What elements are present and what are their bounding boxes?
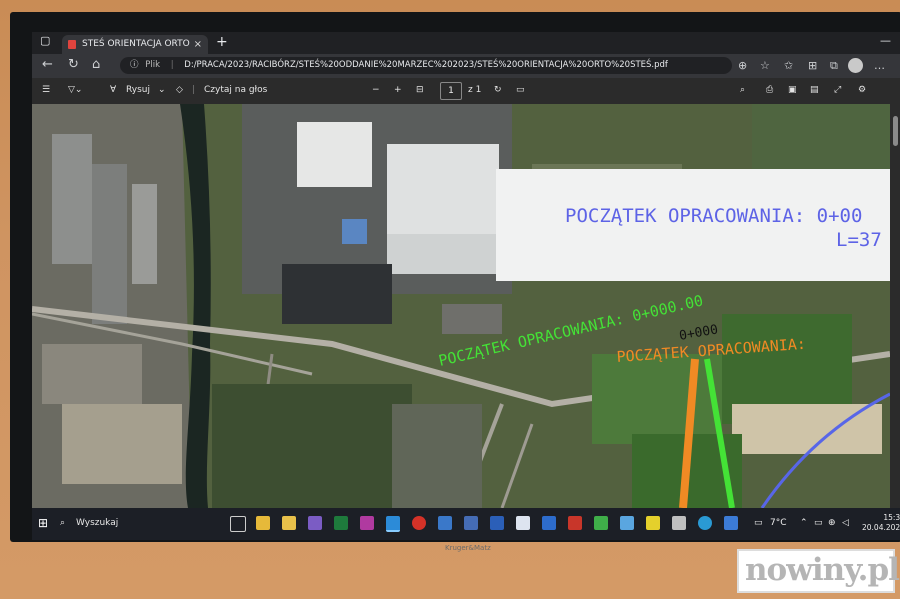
- orthophoto-map: POCZĄTEK OPRACOWANIA: 0+00 L=37 POCZĄTEK…: [32, 104, 890, 508]
- close-tab-icon[interactable]: ×: [194, 35, 202, 54]
- temperature-text[interactable]: 7°C: [770, 518, 787, 528]
- save-icon[interactable]: ▣: [788, 85, 797, 95]
- eraser-icon[interactable]: ◇: [176, 85, 183, 95]
- fullscreen-icon[interactable]: ⤢: [834, 85, 841, 95]
- new-tab-button[interactable]: +: [216, 34, 228, 50]
- onenote-icon[interactable]: [360, 516, 374, 530]
- tab-title: STEŚ ORIENTACJA ORTO STEŚ.pdf: [82, 39, 192, 49]
- info-icon: ⓘ: [130, 60, 139, 70]
- browser-tab-bar: ▢ STEŚ ORIENTACJA ORTO STEŚ.pdf × + —: [32, 32, 900, 54]
- collections-icon[interactable]: ⊞: [808, 59, 817, 72]
- screen: ▢ STEŚ ORIENTACJA ORTO STEŚ.pdf × + — ← …: [32, 32, 900, 540]
- monitor-brand: Kruger&Matz: [445, 544, 491, 552]
- rotate-icon[interactable]: ↻: [494, 85, 502, 95]
- clock-date: 20.04.2023: [862, 523, 900, 532]
- volume-icon[interactable]: ◁: [842, 518, 849, 528]
- tab-actions-icon[interactable]: ▢: [40, 34, 50, 47]
- network-icon[interactable]: ▭: [814, 518, 823, 528]
- search-placeholder: Wyszukaj: [76, 518, 119, 528]
- minimize-icon[interactable]: —: [880, 34, 891, 47]
- file-explorer-icon[interactable]: [282, 516, 296, 530]
- page-total: z 1: [468, 85, 482, 95]
- contents-icon[interactable]: ☰: [42, 85, 50, 95]
- fit-page-icon[interactable]: ⊟: [416, 85, 424, 95]
- task-view-icon[interactable]: [230, 516, 246, 532]
- start-icon[interactable]: ⊞: [38, 516, 48, 530]
- qgis-icon[interactable]: [594, 516, 608, 530]
- app-icon-11[interactable]: [724, 516, 738, 530]
- clock[interactable]: 15:31 20.04.2023: [862, 513, 900, 533]
- app-icon-3[interactable]: [464, 516, 478, 530]
- url-separator: |: [170, 60, 174, 70]
- app-icon-6[interactable]: [568, 516, 582, 530]
- app-icon-1[interactable]: [308, 516, 322, 530]
- page-number-input[interactable]: 1: [440, 82, 462, 100]
- app-icon-7[interactable]: [620, 516, 634, 530]
- word-icon[interactable]: [490, 516, 504, 530]
- settings-icon[interactable]: ⚙: [858, 85, 866, 95]
- box-label-line2: L=37: [836, 229, 882, 251]
- zoom-icon[interactable]: ⊕: [738, 59, 747, 72]
- app-icon-4[interactable]: [516, 516, 530, 530]
- pdf-map-view[interactable]: POCZĄTEK OPRACOWANIA: 0+00 L=37 POCZĄTEK…: [32, 104, 890, 508]
- watermark-text: nowiny.pl: [745, 552, 900, 588]
- weather-icon[interactable]: ▭: [754, 518, 763, 528]
- clock-time: 15:31: [883, 513, 900, 522]
- monitor-frame: ▢ STEŚ ORIENTACJA ORTO STEŚ.pdf × + — ← …: [10, 12, 900, 552]
- app-icon-2[interactable]: [438, 516, 452, 530]
- draw-label[interactable]: Rysuj: [126, 85, 150, 95]
- highlight-icon[interactable]: ▽⌄: [68, 85, 82, 95]
- back-icon[interactable]: ←: [42, 57, 53, 72]
- app-icon-9[interactable]: [672, 516, 686, 530]
- tray-chevron-icon[interactable]: ⌃: [800, 518, 808, 528]
- home-icon[interactable]: ⌂: [92, 57, 100, 72]
- box-label-line1: POCZĄTEK OPRACOWANIA: 0+00: [565, 205, 862, 227]
- watermark-logo: nowiny.pl: [737, 549, 900, 593]
- globe-icon[interactable]: ⊕: [828, 518, 836, 528]
- taskbar-search[interactable]: ⌕ Wyszukaj: [50, 514, 200, 534]
- zoom-out-button[interactable]: −: [372, 85, 380, 95]
- toolbar-divider: |: [192, 85, 196, 95]
- search-icon[interactable]: ⌕: [740, 85, 745, 95]
- pdf-toolbar: ☰ ▽⌄ ∀ Rysuj ⌄ ◇ | Czytaj na głos − + ⊟ …: [32, 78, 900, 104]
- print-icon[interactable]: ⎙: [766, 85, 773, 95]
- app-icon-5[interactable]: [542, 516, 556, 530]
- app-icon-8[interactable]: [646, 516, 660, 530]
- address-bar-row: ← ↻ ⌂ ⓘ Plik | D:/PRACA/2023/RACIBÓRZ/ST…: [32, 54, 900, 78]
- url-scheme-label: Plik: [145, 60, 160, 70]
- url-text: D:/PRACA/2023/RACIBÓRZ/STEŚ%20ODDANIE%20…: [184, 60, 668, 70]
- scrollbar-thumb[interactable]: [893, 116, 898, 146]
- vertical-scrollbar[interactable]: [890, 104, 900, 508]
- profile-avatar[interactable]: [848, 58, 863, 73]
- read-aloud-button[interactable]: Czytaj na głos: [204, 85, 267, 95]
- pdf-icon: [68, 40, 76, 49]
- page-view-icon[interactable]: ▭: [516, 85, 525, 95]
- favorite-icon[interactable]: ☆: [760, 59, 770, 72]
- tab-pdf[interactable]: STEŚ ORIENTACJA ORTO STEŚ.pdf ×: [62, 35, 208, 54]
- save-as-icon[interactable]: ▤: [810, 85, 819, 95]
- extensions-icon[interactable]: ⧉: [830, 59, 838, 73]
- zoom-in-button[interactable]: +: [394, 85, 402, 95]
- url-field[interactable]: ⓘ Plik | D:/PRACA/2023/RACIBÓRZ/STEŚ%20O…: [120, 57, 732, 74]
- more-menu-icon[interactable]: …: [874, 59, 885, 72]
- opera-icon[interactable]: [412, 516, 426, 530]
- draw-icon[interactable]: ∀: [110, 85, 116, 95]
- windows-taskbar: ⊞ ⌕ Wyszukaj ▭ 7°C ⌃ ▭ ⊕ ◁ 15:3 20.04.20…: [32, 508, 900, 540]
- favorites-list-icon[interactable]: ✩: [784, 59, 793, 72]
- edge-icon[interactable]: [386, 516, 400, 532]
- search-taskbar-icon: ⌕: [60, 518, 66, 528]
- calendar-app-icon[interactable]: [256, 516, 270, 530]
- excel-icon[interactable]: [334, 516, 348, 530]
- app-icon-10[interactable]: [698, 516, 712, 530]
- refresh-icon[interactable]: ↻: [68, 57, 79, 72]
- draw-dropdown-icon[interactable]: ⌄: [158, 85, 166, 95]
